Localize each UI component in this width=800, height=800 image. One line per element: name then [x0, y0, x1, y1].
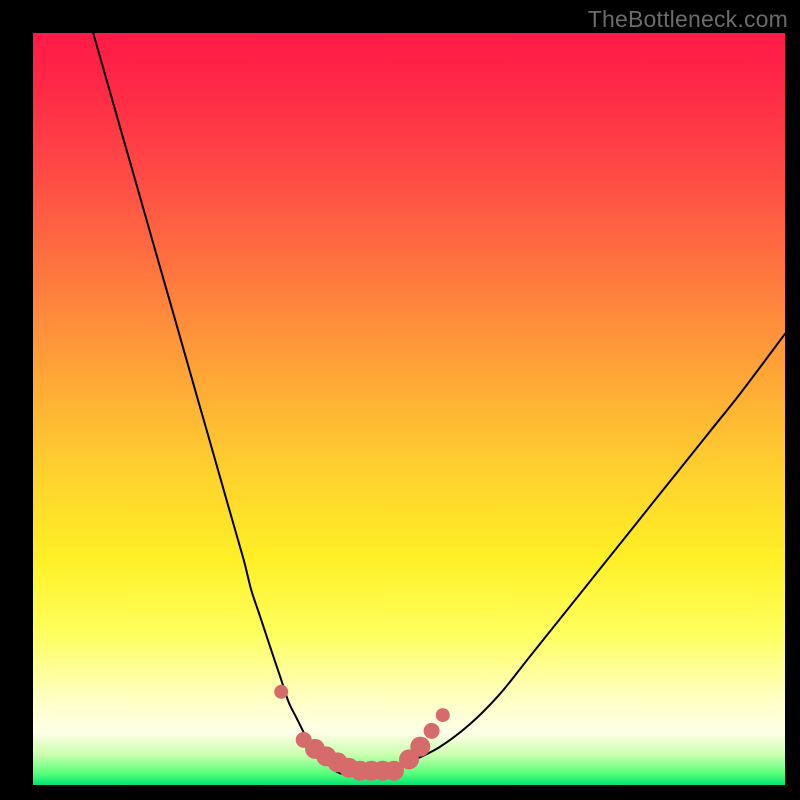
- curve-path-group: [93, 33, 785, 774]
- curve-svg: [33, 33, 785, 785]
- watermark-text: TheBottleneck.com: [588, 6, 788, 33]
- plot-area: [33, 33, 785, 785]
- chart-frame: TheBottleneck.com: [0, 0, 800, 800]
- highlight-dot: [436, 708, 450, 722]
- highlight-dot: [274, 685, 288, 699]
- highlight-dot: [424, 723, 440, 739]
- bottleneck-curve: [93, 33, 785, 774]
- highlight-dot: [410, 737, 430, 757]
- marker-group: [274, 685, 450, 781]
